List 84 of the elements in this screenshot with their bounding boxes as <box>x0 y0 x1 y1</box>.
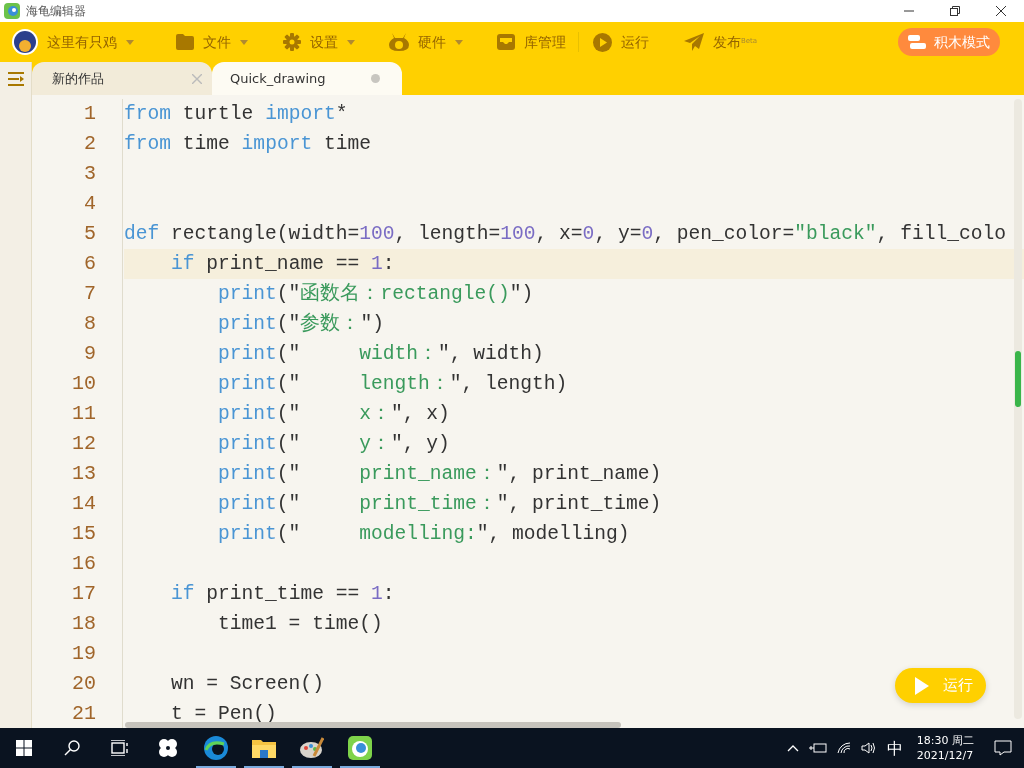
blocks-icon <box>908 35 926 49</box>
line-number: 15 <box>32 519 123 549</box>
task-view-icon[interactable] <box>111 740 129 756</box>
app-logo-icon <box>4 3 20 19</box>
paint-palette-icon[interactable] <box>300 736 324 760</box>
code-line: print("参数：") <box>217 311 384 337</box>
code-line: print(" y：", y) <box>217 432 450 457</box>
code-line: print(" width：", width) <box>217 342 544 367</box>
code-line: print(" print_name：", print_name) <box>217 462 662 487</box>
line-number: 1 <box>32 99 123 129</box>
line-number: 2 <box>32 129 123 159</box>
close-icon <box>192 73 202 84</box>
code-line: wn = Screen() <box>170 672 324 697</box>
toolbar-menu[interactable]: 硬件 <box>389 31 463 53</box>
notification-icon[interactable] <box>994 740 1012 756</box>
toolbar-menu[interactable]: 文件 <box>176 31 248 53</box>
line-number: 6 <box>32 249 123 279</box>
clock[interactable]: 18:30 周二 2021/12/7 <box>916 733 974 763</box>
menu-icon[interactable] <box>7 71 24 86</box>
toolbar-menu[interactable]: 库管理 <box>497 31 566 53</box>
windows-icon[interactable] <box>16 740 32 756</box>
line-number: 8 <box>32 309 123 339</box>
volume-icon[interactable] <box>860 742 877 754</box>
line-number: 20 <box>32 669 123 699</box>
line-number: 12 <box>32 429 123 459</box>
line-number: 18 <box>32 609 123 639</box>
line-number: 19 <box>32 639 123 669</box>
restore-icon <box>950 6 960 16</box>
robot-icon <box>389 33 409 51</box>
code-line: time1 = time() <box>217 612 383 637</box>
search-icon[interactable] <box>64 740 80 756</box>
code-line: print(" x：", x) <box>217 402 450 427</box>
code-line: def rectangle(width=100, length=100, x=0, y=0, pen_color="black", fill_colo <box>123 222 1006 247</box>
paper-plane-icon <box>684 33 704 51</box>
block-mode-button[interactable]: 积木模式 <box>898 28 1000 56</box>
caret-icon <box>347 39 355 45</box>
caret-icon <box>126 39 134 45</box>
line-number: 3 <box>32 159 123 189</box>
unsaved-dot-icon <box>371 74 380 83</box>
code-line: if print_name == 1: <box>170 252 395 277</box>
toolbar-menu[interactable]: 发布$^{Beta}$ <box>684 31 758 53</box>
avatar-icon <box>12 29 38 55</box>
code-line: print(" length：", length) <box>217 372 568 397</box>
wifi-icon[interactable] <box>836 742 851 754</box>
line-number: 5 <box>32 219 123 249</box>
turtle-app-icon[interactable] <box>348 736 372 760</box>
caret-icon <box>455 39 463 45</box>
line-number: 17 <box>32 579 123 609</box>
code-line: if print_time == 1: <box>170 582 395 607</box>
code-line: from time import time <box>123 132 371 157</box>
user-menu[interactable]: 这里有只鸡 <box>12 29 134 55</box>
toolbar-menu[interactable]: 运行 <box>593 31 649 53</box>
folder-icon <box>176 34 194 50</box>
line-number: 4 <box>32 189 123 219</box>
editor-tab[interactable]: 新的作品 <box>32 62 212 95</box>
browser-icon[interactable] <box>204 736 228 760</box>
vertical-scrollbar[interactable] <box>1014 99 1022 719</box>
gear-icon <box>283 33 301 51</box>
code-line: t = Pen() <box>170 702 277 727</box>
line-number: 11 <box>32 399 123 429</box>
line-number: 14 <box>32 489 123 519</box>
close-icon <box>996 6 1006 16</box>
caret-icon <box>240 39 248 45</box>
fan-icon[interactable] <box>158 738 178 758</box>
battery-plug-icon[interactable] <box>808 742 827 754</box>
window-title: 海龟编辑器 <box>26 3 86 20</box>
line-number: 13 <box>32 459 123 489</box>
line-number: 9 <box>32 339 123 369</box>
line-number: 7 <box>32 279 123 309</box>
code-line: print(" print_time：", print_time) <box>217 492 662 517</box>
chevron-up-icon[interactable] <box>786 744 799 752</box>
play-icon <box>915 676 929 695</box>
inbox-icon <box>497 34 515 50</box>
code-line: from turtle import* <box>123 102 348 127</box>
code-line: print(" modelling:", modelling) <box>217 522 630 547</box>
input-method-indicator[interactable]: 中 <box>886 740 903 756</box>
folder-icon[interactable] <box>252 738 276 758</box>
editor-tab[interactable]: Quick_drawing <box>212 62 402 95</box>
toolbar-menu[interactable]: 设置 <box>283 31 355 53</box>
line-number: 10 <box>32 369 123 399</box>
line-number: 16 <box>32 549 123 579</box>
code-line: print("函数名：rectangle()") <box>217 282 534 307</box>
horizontal-scrollbar[interactable] <box>125 722 621 728</box>
play-icon <box>593 32 612 52</box>
